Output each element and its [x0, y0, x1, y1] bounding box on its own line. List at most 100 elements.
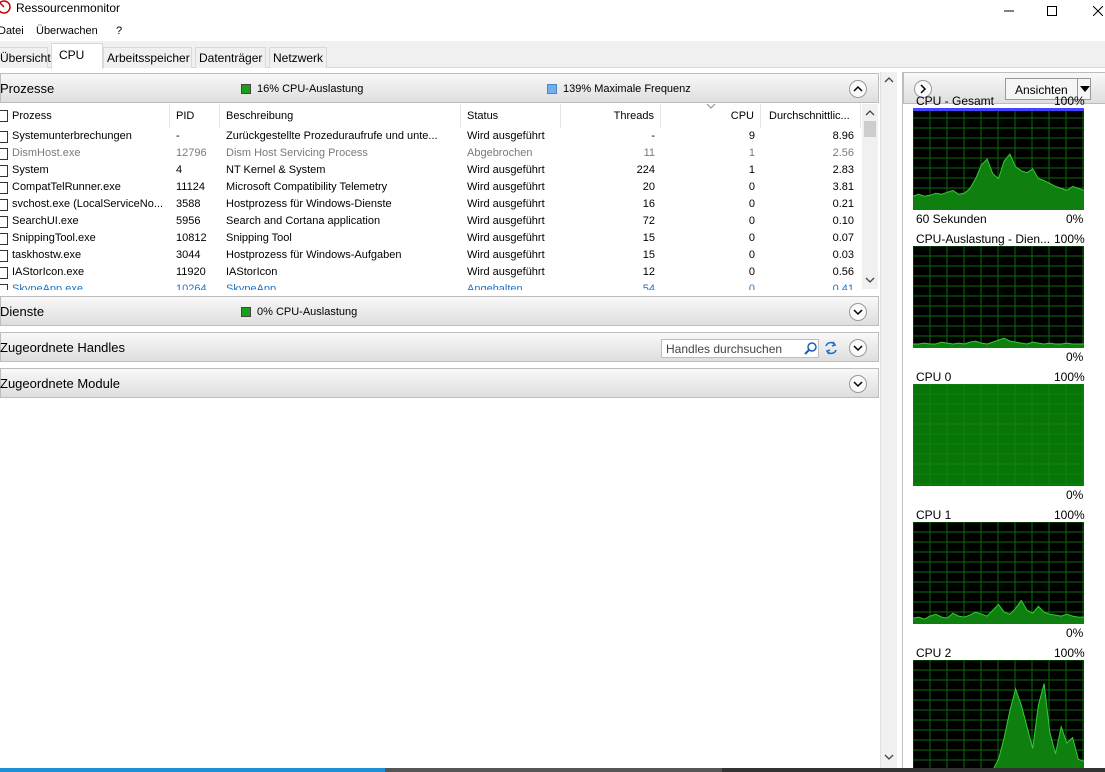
cell-pid: 10264	[176, 283, 207, 290]
module-header[interactable]: Zugeordnete Module	[0, 368, 879, 398]
refresh-icon[interactable]	[823, 340, 839, 356]
cell-desc: NT Kernel & System	[226, 164, 326, 176]
prozesse-title: Prozesse	[0, 81, 55, 96]
dienste-cpu-summary: 0% CPU-Auslastung	[241, 306, 357, 318]
cell-pid: 4	[176, 164, 183, 176]
scroll-down-icon[interactable]	[865, 277, 875, 284]
cell-name: IAStorIcon.exe	[12, 266, 85, 278]
main-scrollbar[interactable]	[880, 72, 897, 768]
column-header-cpu[interactable]: CPU	[661, 104, 761, 128]
scroll-up-icon[interactable]	[884, 76, 894, 83]
tab-cpu[interactable]: CPU	[51, 43, 103, 69]
cell-threads: 72	[642, 215, 655, 227]
graph-title: CPU-Auslastung - Dien...	[916, 232, 1051, 246]
tab-netzwerk[interactable]: Netzwerk	[269, 47, 327, 68]
handles-search-input[interactable]: Handles durchsuchen	[661, 339, 819, 358]
cell-name: DismHost.exe	[12, 147, 81, 159]
prozesse-cpu-summary-text: 16% CPU-Auslastung	[257, 83, 364, 95]
table-row[interactable]: taskhostw.exe 3044 Hostprozess für Windows…	[0, 247, 862, 264]
cell-status: Wird ausgeführt	[467, 198, 545, 210]
row-checkbox[interactable]	[0, 199, 8, 211]
cell-name: svchost.exe (LocalServiceNo...	[12, 198, 164, 210]
graph-canvas	[913, 246, 1084, 348]
maximize-button[interactable]	[1029, 0, 1075, 22]
cell-name: Systemunterbrechungen	[12, 130, 132, 142]
column-header-durchschnitt[interactable]: Durchschnittlic...	[761, 104, 861, 128]
table-row[interactable]: CompatTelRunner.exe 11124 Microsoft Compat…	[0, 179, 862, 196]
cell-threads: 15	[642, 249, 655, 261]
table-row[interactable]: svchost.exe (LocalServiceNo... 3588 Hostpr…	[0, 196, 862, 213]
column-header-threads[interactable]: Threads	[561, 104, 661, 128]
dienste-header[interactable]: Dienste 0% CPU-Auslastung	[0, 296, 879, 326]
row-checkbox[interactable]	[0, 267, 8, 279]
cell-threads: 12	[642, 266, 655, 278]
tab-uebersicht[interactable]: Übersicht	[0, 47, 51, 68]
close-button[interactable]	[1075, 0, 1105, 22]
row-checkbox[interactable]	[0, 131, 8, 143]
cpu-swatch	[241, 84, 251, 94]
cell-desc: SkypeApp	[226, 283, 277, 290]
resource-monitor-icon	[0, 0, 11, 14]
column-header-cpu-label: CPU	[730, 110, 754, 122]
tab-arbeitsspeicher[interactable]: Arbeitsspeicher	[103, 47, 192, 68]
table-row[interactable]: System 4 NT Kernel & System Wird ausgeführt…	[0, 162, 862, 179]
process-scrollbar[interactable]	[862, 104, 878, 289]
cell-cpu: 0	[748, 181, 755, 193]
row-checkbox[interactable]	[0, 250, 8, 262]
search-icon[interactable]	[804, 341, 818, 355]
column-header-prozess[interactable]: Prozess	[0, 104, 170, 128]
menu-help[interactable]: ?	[116, 25, 122, 37]
scroll-down-icon[interactable]	[884, 754, 894, 761]
minimize-button[interactable]	[986, 0, 1032, 22]
cell-threads: 16	[642, 198, 655, 210]
status-strip	[0, 768, 1105, 772]
graph-max-label: 100%	[1054, 94, 1085, 108]
cell-name: SearchUI.exe	[12, 215, 79, 227]
graph-max-label: 100%	[1054, 370, 1085, 384]
column-header-status[interactable]: Status	[461, 104, 561, 128]
row-checkbox[interactable]	[0, 233, 8, 245]
scroll-up-icon[interactable]	[865, 109, 875, 116]
cell-name: SnippingTool.exe	[12, 232, 96, 244]
scroll-thumb[interactable]	[864, 121, 876, 137]
prozesse-freq-summary: 139% Maximale Frequenz	[547, 83, 691, 95]
table-row[interactable]: IAStorIcon.exe 11920 IAStorIcon Wird ausgef…	[0, 264, 862, 281]
row-checkbox[interactable]	[0, 182, 8, 194]
cell-cpu: 1	[748, 164, 755, 176]
graph-canvas	[913, 522, 1084, 624]
cell-cpu: 0	[748, 215, 755, 227]
cell-avg: 0.03	[832, 249, 854, 261]
column-header-pid[interactable]: PID	[170, 104, 220, 128]
tab-bar: Übersicht CPU Arbeitsspeicher Datenträge…	[0, 41, 1105, 69]
module-expand-button[interactable]	[849, 375, 867, 393]
row-checkbox[interactable]	[0, 148, 8, 160]
table-row[interactable]: DismHost.exe 12796 Dism Host Servicing Pro…	[0, 145, 862, 162]
minimize-icon	[1004, 10, 1014, 12]
select-all-checkbox[interactable]	[0, 110, 8, 122]
row-checkbox[interactable]	[0, 165, 8, 177]
table-row[interactable]: SkypeApp.exe 10264 SkypeApp Angehalten 54 0 0.…	[0, 281, 862, 290]
handles-header[interactable]: Zugeordnete Handles Handles durchsuchen	[0, 332, 879, 362]
menu-datei[interactable]: Datei	[0, 25, 24, 37]
cell-threads: 54	[642, 283, 655, 290]
dienste-expand-button[interactable]	[849, 303, 867, 321]
row-checkbox[interactable]	[0, 284, 8, 290]
prozesse-collapse-button[interactable]	[849, 80, 867, 98]
cell-cpu: 0	[748, 198, 755, 210]
graph-title: CPU - Gesamt	[916, 94, 995, 108]
prozesse-header[interactable]: Prozesse 16% CPU-Auslastung 139% Maximal…	[0, 73, 879, 103]
menu-ueberwachen[interactable]: Überwachen	[36, 25, 98, 37]
table-row[interactable]: SnippingTool.exe 10812 Snipping Tool Wird a…	[0, 230, 862, 247]
tab-datentraeger[interactable]: Datenträger	[195, 47, 266, 68]
graph-min-label: 0%	[1066, 212, 1084, 226]
cell-desc: Hostprozess für Windows-Aufgaben	[226, 249, 402, 261]
row-checkbox[interactable]	[0, 216, 8, 228]
handles-expand-button[interactable]	[849, 339, 867, 357]
column-header-beschreibung[interactable]: Beschreibung	[220, 104, 461, 128]
cell-pid: 11920	[176, 266, 206, 278]
cell-pid: 5956	[176, 215, 201, 227]
sort-desc-icon	[706, 104, 716, 109]
table-row[interactable]: SearchUI.exe 5956 Search and Cortana appli…	[0, 213, 862, 230]
table-row[interactable]: Systemunterbrechungen - Zurückgestellte Pr…	[0, 128, 862, 145]
window-title: Ressourcenmonitor	[16, 1, 121, 15]
